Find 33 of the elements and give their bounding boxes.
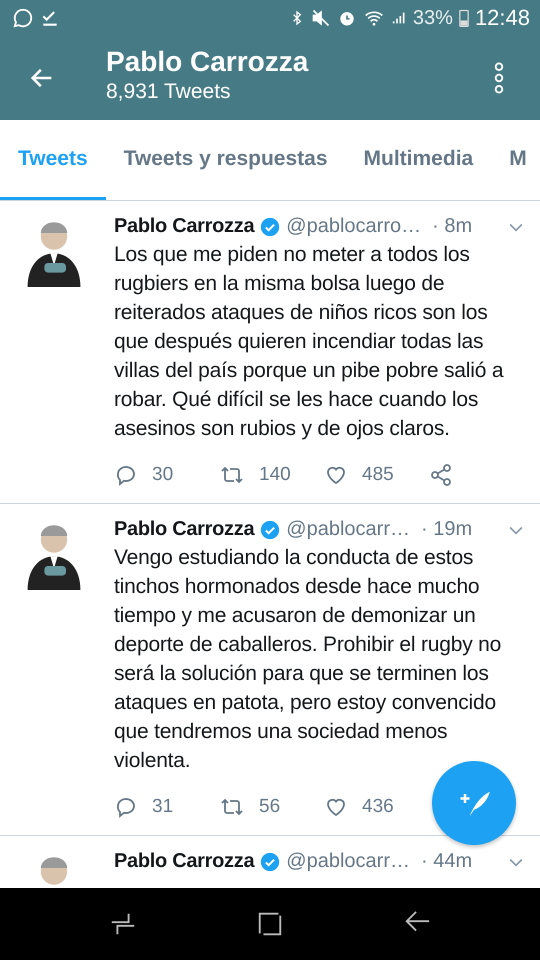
profile-name: Pablo Carrozza	[106, 46, 308, 78]
compose-button[interactable]	[432, 761, 516, 845]
mute-icon	[310, 8, 331, 28]
author-name: Pablo Carrozza	[114, 850, 254, 873]
retweet-button[interactable]: 56	[219, 789, 324, 825]
tab[interactable]: Multimedia	[346, 120, 492, 200]
author-name: Pablo Carrozza	[114, 518, 254, 541]
like-button[interactable]: 436	[324, 789, 429, 825]
tweet-time: · 8m	[432, 215, 472, 238]
retweet-button[interactable]: 140	[219, 457, 324, 493]
tweet-time: · 44m	[420, 850, 472, 873]
battery-percent: 33%	[412, 6, 453, 30]
tab[interactable]: M	[491, 120, 540, 200]
more-icon	[494, 62, 504, 94]
speech-bubble-icon	[114, 795, 138, 819]
chat-icon	[12, 7, 34, 29]
tweet-text: Vengo estudiando la conducta de estos tinchos hormonados desde hace mucho tiempo y me acusaron de demonizar un deporte de caballeros. Prohibir el rugby no será la solución para que se terminen los ataques en patota, pero estoy convencido que tendremos una sociedad menos violenta.	[114, 545, 502, 774]
tab[interactable]: Tweets	[0, 120, 106, 200]
author-handle: @pablocarr…	[286, 518, 410, 541]
battery-icon	[458, 8, 469, 28]
like-button[interactable]: 485	[324, 457, 429, 493]
author-handle: @pablocarr…	[286, 850, 410, 873]
tweet-text: Los que me piden no meter a todos los rugbiers en la misma bolsa luego de reiterados ataques de niños ricos son los que después quieren incendiar todas las villas del país porque un pibe pobre salió a robar. Qué difícil se les hace cuando los asesinos son rubios y de ojos claros.	[114, 242, 504, 442]
clock: 12:48	[474, 5, 530, 31]
tweet-time: · 19m	[420, 518, 472, 541]
author-handle: @pablocarro…	[286, 215, 422, 238]
speech-bubble-icon	[114, 463, 138, 487]
reply-button[interactable]: 31	[114, 789, 219, 825]
tab[interactable]: Tweets y respuestas	[106, 120, 346, 200]
author-name: Pablo Carrozza	[114, 215, 254, 238]
tweet-count: 8,931 Tweets	[106, 80, 232, 104]
reply-button[interactable]: 30	[114, 457, 219, 493]
share-icon	[429, 463, 453, 487]
